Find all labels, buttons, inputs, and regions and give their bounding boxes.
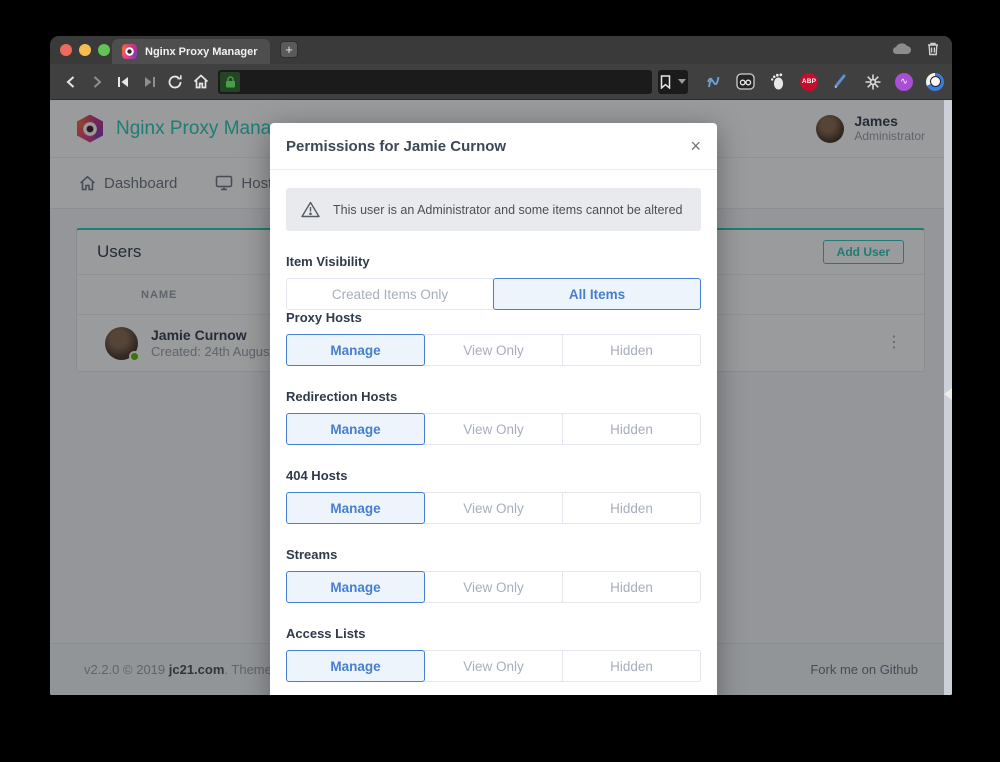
- segment-option-manage[interactable]: Manage: [286, 492, 425, 524]
- segment-option-hidden[interactable]: Hidden: [562, 571, 701, 603]
- tab-title: Nginx Proxy Manager: [145, 46, 257, 58]
- permission-option-group: ManageView OnlyHidden: [286, 650, 701, 682]
- segment-option-manage[interactable]: Manage: [286, 650, 425, 682]
- modal-title: Permissions for Jamie Curnow: [286, 138, 506, 155]
- goggles-extension-icon[interactable]: [736, 72, 755, 91]
- permission-section-label: 404 Hosts: [286, 468, 701, 483]
- alert-text: This user is an Administrator and some i…: [333, 203, 682, 217]
- flower-settings-icon[interactable]: [863, 72, 882, 91]
- bookmark-button[interactable]: [658, 70, 688, 94]
- timer-extension-icon[interactable]: [926, 73, 944, 91]
- permission-section-label: Redirection Hosts: [286, 389, 701, 404]
- segment-option-view-only[interactable]: View Only: [424, 650, 563, 682]
- reload-button[interactable]: [162, 69, 188, 95]
- trash-icon[interactable]: [926, 41, 940, 56]
- segment-option-hidden[interactable]: Hidden: [562, 492, 701, 524]
- permission-option-group: ManageView OnlyHidden: [286, 334, 701, 366]
- extension-icons: ABP ∿: [704, 72, 944, 91]
- browser-tab[interactable]: Nginx Proxy Manager: [112, 39, 270, 64]
- segment-option-all-items[interactable]: All Items: [493, 278, 701, 310]
- bookmark-icon: [660, 75, 671, 89]
- fast-forward-button[interactable]: [136, 69, 162, 95]
- permission-section-label: Proxy Hosts: [286, 310, 701, 325]
- permission-section-label: Streams: [286, 547, 701, 562]
- https-lock-icon[interactable]: [220, 72, 240, 92]
- adblock-plus-icon[interactable]: ABP: [800, 73, 818, 91]
- segment-option-hidden[interactable]: Hidden: [562, 413, 701, 445]
- item-visibility-label: Item Visibility: [286, 254, 701, 269]
- segment-option-view-only[interactable]: View Only: [424, 492, 563, 524]
- segment-option-view-only[interactable]: View Only: [424, 413, 563, 445]
- segment-option-created-items-only[interactable]: Created Items Only: [286, 278, 494, 310]
- warning-triangle-icon: [301, 201, 320, 218]
- browser-titlebar: Nginx Proxy Manager +: [50, 36, 952, 64]
- purple-extension-icon[interactable]: ∿: [895, 73, 913, 91]
- window-controls: [60, 44, 110, 56]
- permission-section: Redirection Hosts ManageView OnlyHidden: [286, 389, 701, 445]
- rewind-button[interactable]: [110, 69, 136, 95]
- item-visibility-group: Created Items OnlyAll Items: [286, 278, 701, 310]
- scroll-marker-icon: [944, 388, 952, 400]
- sync-cloud-icon[interactable]: [892, 42, 912, 55]
- permission-section-label: Access Lists: [286, 626, 701, 641]
- permission-section: Streams ManageView OnlyHidden: [286, 547, 701, 603]
- close-window-button[interactable]: [60, 44, 72, 56]
- pen-extension-icon[interactable]: [831, 72, 850, 91]
- segment-option-hidden[interactable]: Hidden: [562, 650, 701, 682]
- permission-option-group: ManageView OnlyHidden: [286, 571, 701, 603]
- segment-option-view-only[interactable]: View Only: [424, 571, 563, 603]
- browser-window: Nginx Proxy Manager +: [50, 36, 952, 695]
- gnome-foot-extension-icon[interactable]: [768, 72, 787, 91]
- permissions-modal: Permissions for Jamie Curnow × This user…: [270, 123, 717, 695]
- segment-option-hidden[interactable]: Hidden: [562, 334, 701, 366]
- segment-option-manage[interactable]: Manage: [286, 413, 425, 445]
- wave-extension-icon[interactable]: [704, 72, 723, 91]
- permission-section: Access Lists ManageView OnlyHidden: [286, 626, 701, 682]
- home-button[interactable]: [188, 69, 214, 95]
- page-viewport: Nginx Proxy Manager James Administrator …: [50, 100, 952, 695]
- permission-section: 404 Hosts ManageView OnlyHidden: [286, 468, 701, 524]
- admin-warning-alert: This user is an Administrator and some i…: [286, 188, 701, 231]
- modal-close-button[interactable]: ×: [690, 137, 701, 155]
- segment-option-view-only[interactable]: View Only: [424, 334, 563, 366]
- segment-option-manage[interactable]: Manage: [286, 571, 425, 603]
- permission-option-group: ManageView OnlyHidden: [286, 413, 701, 445]
- segment-option-manage[interactable]: Manage: [286, 334, 425, 366]
- browser-toolbar: ABP ∿: [50, 64, 952, 100]
- item-visibility-section: Item Visibility Created Items OnlyAll It…: [286, 254, 701, 310]
- npm-favicon-icon: [122, 44, 137, 59]
- maximize-window-button[interactable]: [98, 44, 110, 56]
- back-button[interactable]: [58, 69, 84, 95]
- new-tab-button[interactable]: +: [280, 41, 298, 58]
- minimize-window-button[interactable]: [79, 44, 91, 56]
- chevron-down-icon: [678, 79, 686, 84]
- permission-section: Proxy Hosts ManageView OnlyHidden: [286, 310, 701, 366]
- forward-button[interactable]: [84, 69, 110, 95]
- url-bar[interactable]: [218, 70, 652, 94]
- permission-option-group: ManageView OnlyHidden: [286, 492, 701, 524]
